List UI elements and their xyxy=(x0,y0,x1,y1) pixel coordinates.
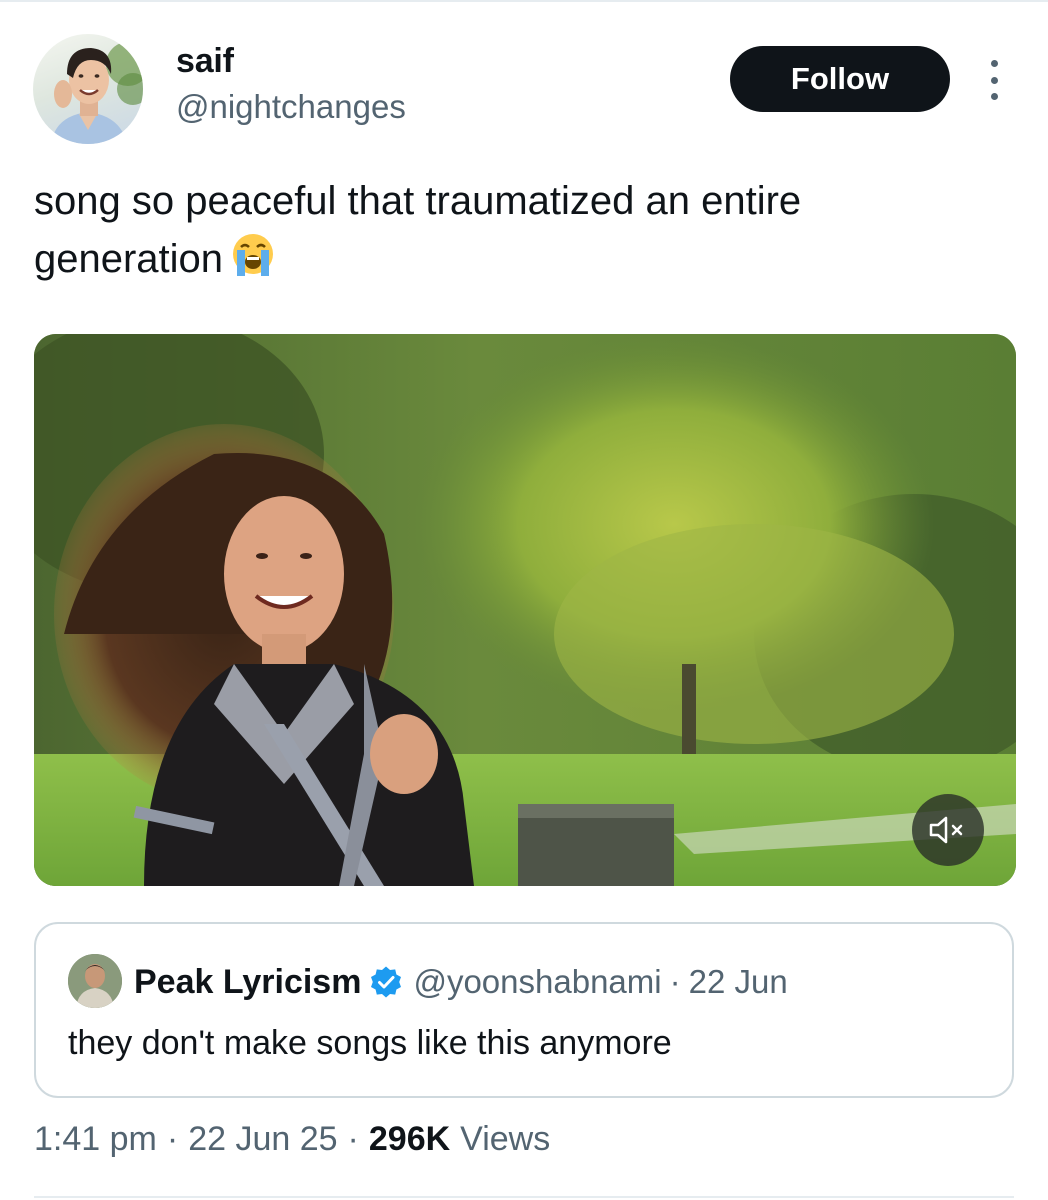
author-avatar[interactable] xyxy=(33,34,143,144)
more-dot xyxy=(990,76,998,84)
author-handle[interactable]: @nightchanges xyxy=(176,88,406,126)
views-label: Views xyxy=(460,1120,551,1158)
loudly-crying-face-icon xyxy=(233,234,274,276)
quoted-tweet-text: they don't make songs like this anymore xyxy=(68,1024,672,1062)
quoted-tweet-card[interactable]: Peak Lyricism @yoonshabnami · 22 Jun the… xyxy=(34,922,1014,1098)
tweet-time[interactable]: 1:41 pm xyxy=(34,1120,157,1159)
quoted-date[interactable]: 22 Jun xyxy=(689,963,788,1001)
views-count[interactable]: 296K xyxy=(369,1120,450,1159)
quoted-author-handle[interactable]: @yoonshabnami xyxy=(413,963,661,1001)
quoted-tweet-header: Peak Lyricism @yoonshabnami · 22 Jun xyxy=(134,960,788,1004)
bottom-divider xyxy=(34,1196,1014,1198)
more-options-button[interactable] xyxy=(980,60,1008,100)
meta-separator: · xyxy=(347,1120,359,1158)
follow-button[interactable]: Follow xyxy=(730,46,950,112)
quoted-author-avatar[interactable] xyxy=(68,954,122,1008)
tweet-date[interactable]: 22 Jun 25 xyxy=(188,1120,337,1159)
quoted-separator: · xyxy=(669,963,681,1000)
tweet-meta: 1:41 pm · 22 Jun 25 · 296K Views xyxy=(34,1120,550,1159)
unmute-button[interactable] xyxy=(912,794,984,866)
verified-badge-icon xyxy=(371,966,402,998)
author-display-name[interactable]: saif xyxy=(176,42,234,81)
quoted-author-name[interactable]: Peak Lyricism xyxy=(134,963,361,1002)
more-vertical-icon xyxy=(990,60,998,67)
tweet-text-content: song so peaceful that traumatized an ent… xyxy=(34,179,802,281)
top-divider xyxy=(0,0,1048,2)
tweet-text: song so peaceful that traumatized an ent… xyxy=(34,172,994,288)
meta-separator: · xyxy=(166,1120,179,1158)
tweet-video[interactable] xyxy=(34,334,1016,886)
speaker-muted-icon xyxy=(929,816,963,844)
more-dot xyxy=(990,93,998,100)
